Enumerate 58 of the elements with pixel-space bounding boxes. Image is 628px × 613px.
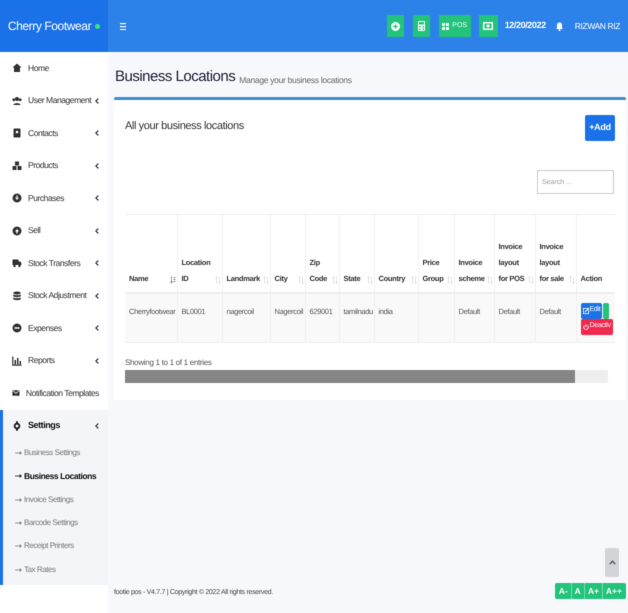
chevron-up-icon — [608, 560, 616, 565]
bell-icon[interactable] — [556, 22, 563, 30]
sidebar-item[interactable]: User Management — [0, 84, 108, 117]
minus-circle-icon — [12, 323, 22, 334]
edit-icon — [582, 308, 588, 314]
arrow-circle-up-icon — [12, 226, 22, 236]
menu-icon[interactable] — [120, 22, 126, 30]
bar-chart-icon — [12, 356, 22, 366]
submenu-item[interactable]: Receipt Printers — [3, 534, 108, 558]
users-icon — [12, 96, 22, 106]
arrow-right-icon — [15, 568, 22, 572]
plus-circle-icon — [390, 22, 400, 30]
sidebar-item[interactable]: Stock Adjustment — [0, 280, 108, 312]
gear-icon — [12, 420, 22, 430]
view-button[interactable] — [603, 302, 610, 318]
sidebar-item[interactable]: Home — [0, 52, 108, 84]
sidebar-item[interactable]: Sell — [0, 214, 108, 247]
sidebar-item[interactable]: Settings — [3, 410, 108, 442]
arrow-right-icon — [15, 474, 22, 478]
truck-icon — [12, 258, 22, 268]
page-subtitle: Manage your business locations — [239, 76, 352, 84]
cash-button[interactable] — [478, 15, 498, 37]
power-icon — [582, 324, 588, 330]
address-book-icon — [12, 128, 22, 138]
banknote-icon — [483, 22, 494, 30]
submenu-item[interactable]: Tax Rates — [3, 558, 108, 582]
sidebar-item[interactable]: Stock Transfers — [0, 247, 108, 280]
arrow-right-icon — [15, 451, 22, 456]
arrow-right-icon — [15, 521, 22, 526]
arrow-right-icon — [15, 544, 22, 548]
calculator-icon — [418, 21, 425, 31]
sidebar-item[interactable]: Reports — [0, 344, 108, 377]
submenu-item[interactable]: Business Settings — [3, 442, 108, 465]
table-info: Showing 1 to 1 of 1 entries — [125, 357, 213, 369]
calculator-button[interactable] — [412, 15, 430, 37]
sidebar-item[interactable]: Purchases — [0, 182, 108, 214]
cubes-icon — [12, 160, 22, 171]
arrow-circle-down-icon — [12, 193, 22, 204]
submenu-item[interactable]: Business Locations — [3, 464, 108, 488]
sidebar-item[interactable]: Expenses — [0, 312, 108, 344]
grid-icon — [442, 22, 450, 30]
database-icon — [12, 290, 22, 301]
envelope-icon — [12, 388, 20, 398]
scroll-up-button[interactable] — [605, 548, 619, 577]
card-title: All your business locations — [125, 119, 244, 134]
user-name[interactable]: RIZWAN RIZ — [574, 20, 620, 32]
home-icon — [12, 63, 22, 74]
arrow-right-icon — [15, 498, 22, 502]
submenu-item[interactable]: Invoice Settings — [3, 488, 108, 512]
sidebar-item[interactable]: Products — [0, 150, 108, 182]
date-text: 12/20/2022 — [504, 19, 546, 32]
page-title: Business Locations — [115, 69, 236, 84]
submenu-item[interactable]: Barcode Settings — [3, 511, 108, 535]
sidebar-item[interactable]: Contacts — [0, 117, 108, 150]
brand-name[interactable]: Cherry Footwear — [8, 17, 92, 35]
sidebar-item[interactable]: Notification Templates — [0, 377, 108, 410]
add-location-button[interactable]: +Add — [585, 115, 615, 141]
add-button[interactable] — [386, 15, 404, 37]
